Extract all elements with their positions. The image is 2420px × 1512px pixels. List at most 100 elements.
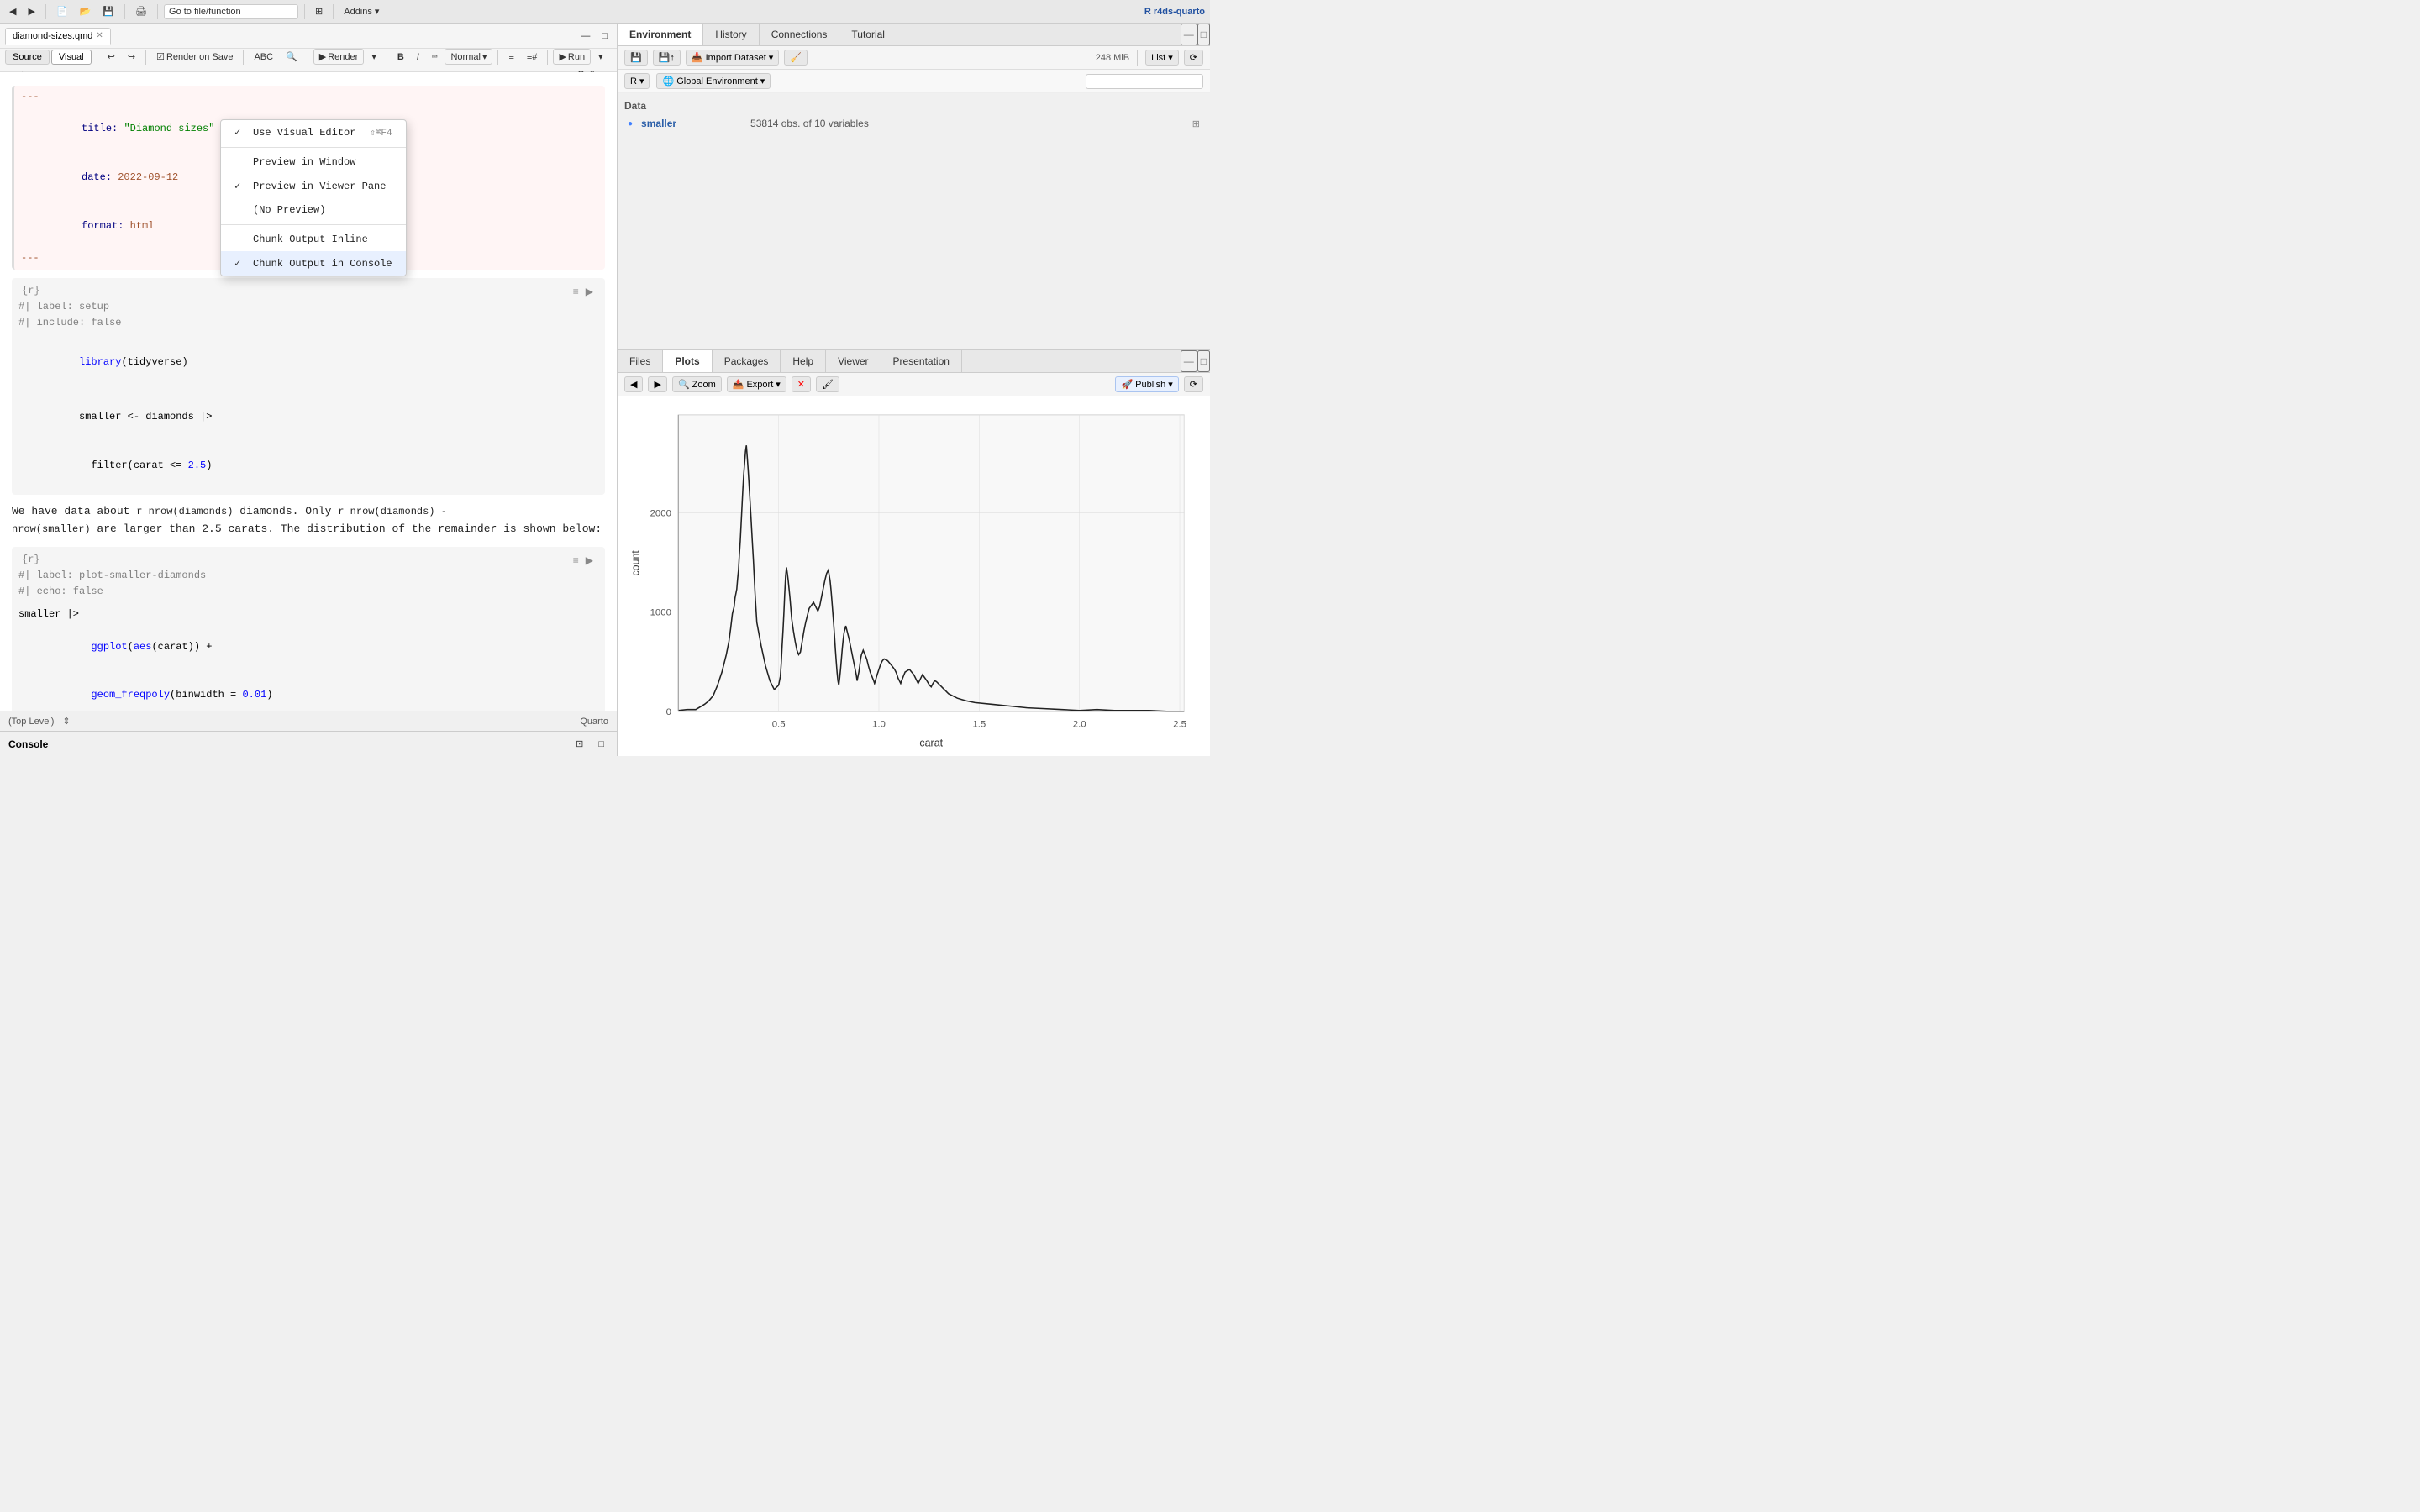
env-toolbar: 💾 💾↑ 📥 Import Dataset ▾ 🧹 248 MiB List ▾…: [618, 46, 1210, 70]
source-tab[interactable]: Source: [5, 50, 50, 65]
format-selector[interactable]: Normal ▾: [445, 49, 492, 65]
save-workspace-btn[interactable]: 💾↑: [653, 50, 681, 66]
render-btn[interactable]: ▶ Render: [313, 49, 365, 65]
preview-window-item[interactable]: Preview in Window: [221, 150, 406, 174]
tab-plots[interactable]: Plots: [663, 350, 712, 372]
chunk-inline-item[interactable]: Chunk Output Inline: [221, 228, 406, 251]
maximize-plot-panel-btn[interactable]: □: [1197, 350, 1210, 372]
next-plot-btn[interactable]: ▶: [648, 376, 666, 392]
chunk1-run-btn[interactable]: ▶: [584, 286, 595, 297]
open-file-btn[interactable]: 📂: [76, 4, 96, 18]
refresh-plot-btn[interactable]: ⟳: [1184, 376, 1203, 392]
env-row-smaller[interactable]: ● smaller 53814 obs. of 10 variables ⊞: [624, 115, 1203, 132]
close-tab-icon[interactable]: ✕: [96, 31, 103, 40]
console-maximize-btn[interactable]: □: [594, 738, 608, 751]
chunk1-include: #| include: false: [18, 315, 598, 331]
use-visual-editor-item[interactable]: ✓ Use Visual Editor ⇧⌘F4: [221, 120, 406, 144]
env-search-input[interactable]: [1086, 74, 1203, 89]
bold-btn[interactable]: B: [392, 50, 409, 64]
rstudio-logo: R r4ds-quarto: [1144, 7, 1205, 17]
undo-btn[interactable]: ↩: [103, 50, 120, 64]
code-btn[interactable]: ⌨: [427, 50, 443, 64]
load-workspace-btn[interactable]: 💾: [624, 50, 648, 66]
publish-btn[interactable]: 🚀 Publish ▾: [1115, 376, 1178, 392]
frequency-polygon-chart: 0 1000 2000 0.5 1.0 1.5 2.0 2.5 carat co…: [626, 405, 1202, 748]
forward-btn[interactable]: ▶: [24, 4, 39, 18]
tab-tutorial[interactable]: Tutorial: [839, 24, 897, 45]
zoom-btn[interactable]: 🔍 Zoom: [672, 376, 722, 392]
prev-plot-btn[interactable]: ◀: [624, 376, 643, 392]
svg-text:carat: carat: [919, 738, 943, 748]
minimize-plot-panel-btn[interactable]: —: [1181, 350, 1197, 372]
visual-tab[interactable]: Visual: [51, 50, 92, 65]
render-on-save-btn[interactable]: ☑ Render on Save: [151, 50, 238, 64]
maximize-env-panel-btn[interactable]: □: [1197, 24, 1210, 45]
new-file-btn[interactable]: 📄: [52, 4, 72, 18]
run-dropdown-btn[interactable]: ▾: [593, 50, 608, 64]
tab-connections[interactable]: Connections: [760, 24, 840, 45]
tab-environment[interactable]: Environment: [618, 24, 703, 45]
go-to-file-btn[interactable]: Go to file/function: [164, 4, 298, 19]
chunk-console-label: Chunk Output in Console: [253, 258, 392, 270]
list-btn[interactable]: ≡: [503, 50, 518, 64]
numbered-list-btn[interactable]: ≡#: [522, 50, 543, 64]
list-view-btn[interactable]: List ▾: [1145, 50, 1179, 66]
collapse-editor-btn[interactable]: —: [576, 29, 594, 43]
view-data-btn[interactable]: ⊞: [1192, 118, 1200, 129]
render-dropdown-menu: ✓ Use Visual Editor ⇧⌘F4 Preview in Wind…: [220, 119, 407, 276]
italic-btn[interactable]: I: [412, 50, 424, 64]
use-visual-editor-label: Use Visual Editor: [253, 127, 355, 139]
tab-viewer[interactable]: Viewer: [826, 350, 881, 372]
delete-plot-btn[interactable]: ✕: [792, 376, 811, 392]
global-env-selector[interactable]: 🌐 Global Environment ▾: [656, 73, 771, 89]
render-dropdown-btn[interactable]: ▾: [366, 50, 381, 64]
chunk2-run-btn[interactable]: ▶: [584, 554, 595, 566]
top-level-indicator: (Top Level): [8, 717, 54, 727]
import-dataset-btn[interactable]: 📥 Import Dataset ▾: [686, 50, 779, 66]
code-tools-btn[interactable]: ⊞: [311, 4, 327, 18]
tab-presentation[interactable]: Presentation: [881, 350, 962, 372]
refresh-env-btn[interactable]: ⟳: [1184, 50, 1203, 66]
check-icon-viewer: ✓: [234, 180, 246, 192]
find-btn[interactable]: 🔍: [281, 50, 302, 64]
save-btn[interactable]: 💾: [98, 4, 118, 18]
svg-text:count: count: [630, 550, 642, 576]
plot-area: 0 1000 2000 0.5 1.0 1.5 2.0 2.5 carat co…: [618, 396, 1210, 756]
svg-text:2000: 2000: [650, 509, 671, 519]
svg-text:1.0: 1.0: [872, 720, 886, 730]
run-btn[interactable]: ▶ Run: [553, 49, 591, 65]
tab-history[interactable]: History: [703, 24, 759, 45]
clear-plots-btn[interactable]: 🖌: [816, 376, 839, 392]
chunk2-options-btn[interactable]: ≡: [571, 554, 581, 566]
back-btn[interactable]: ◀: [5, 4, 20, 18]
level-arrow: ⇕: [62, 716, 70, 727]
spell-check-btn[interactable]: ABC: [249, 50, 278, 64]
env-content: Data ● smaller 53814 obs. of 10 variable…: [618, 93, 1210, 349]
chunk1-options-btn[interactable]: ≡: [571, 286, 581, 297]
minimize-env-panel-btn[interactable]: —: [1181, 24, 1197, 45]
chunk1-header: {r} ≡ ▶: [18, 283, 598, 299]
no-preview-item[interactable]: (No Preview): [221, 198, 406, 222]
editor-status-bar: (Top Level) ⇕ Quarto: [0, 711, 617, 731]
chunk-console-item[interactable]: ✓ Chunk Output in Console: [221, 251, 406, 276]
source-toolbar: Source Visual ↩ ↪ ☑ Render on Save ABC 🔍…: [0, 49, 617, 72]
maximize-editor-btn[interactable]: □: [597, 29, 612, 43]
tab-files[interactable]: Files: [618, 350, 663, 372]
menu-sep-2: [221, 224, 406, 225]
addins-btn[interactable]: Addins ▾: [339, 4, 383, 18]
code-chunk-2: {r} ≡ ▶ #| label: plot-smaller-diamonds …: [12, 547, 605, 711]
print-btn[interactable]: 🖨: [131, 4, 151, 18]
memory-usage: 248 MiB: [1096, 53, 1129, 63]
preview-viewer-item[interactable]: ✓ Preview in Viewer Pane: [221, 174, 406, 198]
editor-content: --- title: "Diamond sizes" date: 2022-09…: [0, 72, 617, 711]
clear-console-btn[interactable]: 🧹: [784, 50, 808, 66]
tab-packages[interactable]: Packages: [713, 350, 781, 372]
console-popout-btn[interactable]: ⊡: [571, 737, 587, 751]
file-tab[interactable]: diamond-sizes.qmd ✕: [5, 28, 111, 45]
tab-help[interactable]: Help: [781, 350, 826, 372]
menu-sep-1: [221, 147, 406, 148]
r-selector[interactable]: R ▾: [624, 73, 650, 89]
export-btn[interactable]: 📤 Export ▾: [727, 376, 786, 392]
redo-btn[interactable]: ↪: [123, 50, 140, 64]
file-tab-label: diamond-sizes.qmd: [13, 31, 92, 41]
